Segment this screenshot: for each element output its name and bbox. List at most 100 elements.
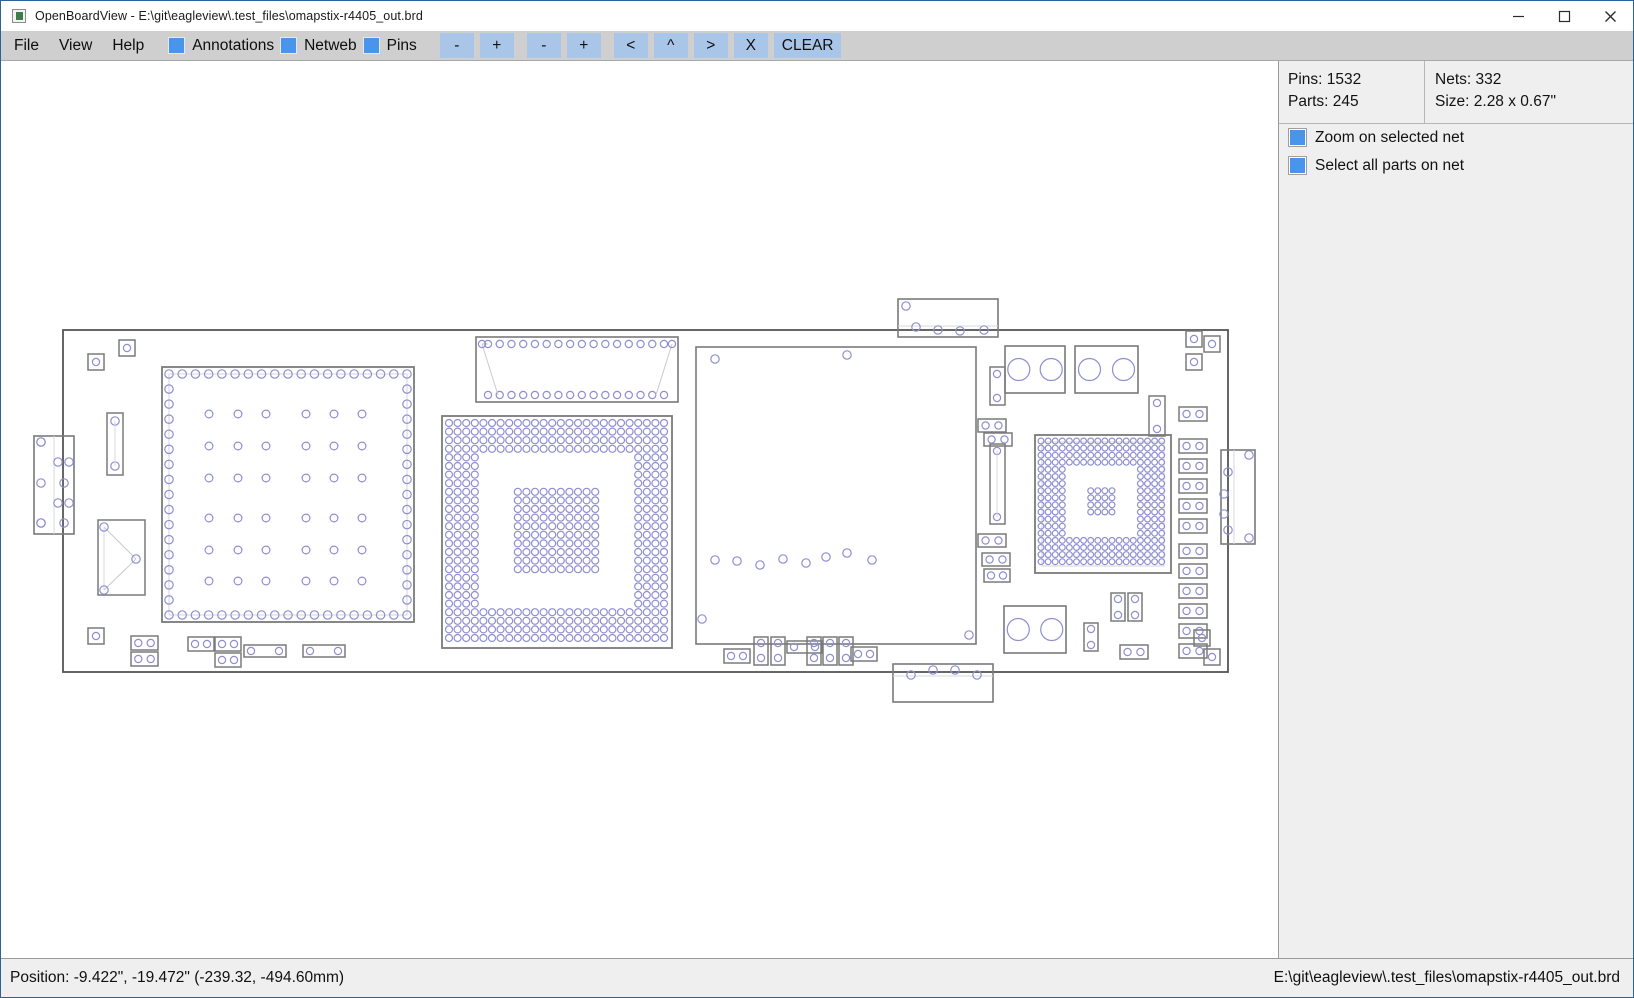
pin: [1244, 533, 1254, 543]
pin: [204, 545, 214, 555]
pin: [530, 504, 540, 514]
pin: [1037, 558, 1045, 566]
pin: [1101, 444, 1109, 452]
part-outline: [1185, 353, 1203, 371]
pin: [134, 638, 143, 648]
pin: [453, 530, 462, 539]
pin: [556, 418, 565, 428]
zoom-on-selected-net-row[interactable]: Zoom on selected net: [1279, 124, 1633, 152]
close-button[interactable]: [1587, 1, 1633, 31]
pin: [599, 625, 608, 634]
pin: [955, 326, 965, 336]
menu-file[interactable]: File: [1, 31, 49, 60]
pin: [36, 478, 46, 488]
pin: [305, 646, 315, 656]
up-button[interactable]: ^: [653, 33, 688, 58]
minimize-button[interactable]: [1495, 1, 1541, 31]
pin: [1136, 508, 1144, 516]
pin: [233, 409, 243, 419]
pin: [1136, 647, 1145, 657]
pin: [1151, 444, 1159, 452]
pin: [1151, 451, 1159, 459]
annotations-checkbox[interactable]: [168, 37, 186, 54]
pin: [1051, 501, 1059, 509]
file-path: E:\git\eagleview\.test_files\omapstix-r4…: [1273, 969, 1620, 986]
pin: [1051, 551, 1059, 559]
pin: [1130, 610, 1140, 620]
pin: [1058, 551, 1066, 559]
pin: [1151, 544, 1159, 552]
net-line: [481, 343, 499, 396]
pin: [634, 590, 643, 600]
pin: [539, 427, 548, 436]
pin: [642, 633, 651, 643]
pin: [659, 444, 669, 453]
pin: [642, 573, 651, 582]
netweb-checkbox[interactable]: [280, 37, 298, 54]
pin: [842, 548, 852, 558]
zoom-out-button[interactable]: -: [439, 33, 474, 58]
pin: [1101, 508, 1109, 516]
pin: [842, 350, 852, 360]
pin: [470, 504, 479, 514]
pin: [642, 530, 651, 539]
pin: [1058, 458, 1066, 466]
pin: [565, 616, 574, 625]
pin: [582, 625, 591, 634]
pin: [582, 547, 591, 557]
pin: [651, 539, 660, 548]
select-all-parts-on-net-checkbox[interactable]: [1288, 156, 1307, 176]
pin: [453, 513, 462, 522]
pin: [462, 427, 471, 436]
pin: [548, 539, 557, 548]
prev-button[interactable]: <: [613, 33, 648, 58]
pin: [522, 504, 531, 514]
menu-view[interactable]: View: [49, 31, 102, 60]
pin: [1080, 458, 1088, 466]
pin: [1094, 437, 1102, 445]
pin: [616, 418, 626, 428]
pin: [624, 390, 634, 400]
annotations-label[interactable]: Annotations: [185, 31, 280, 60]
pin: [444, 625, 454, 634]
pin: [453, 608, 462, 617]
pins-label[interactable]: Pins: [380, 31, 423, 60]
pin: [1115, 458, 1123, 466]
zoom-on-selected-net-checkbox[interactable]: [1288, 128, 1307, 148]
next-button[interactable]: >: [693, 33, 728, 58]
pin: [659, 390, 669, 400]
pin: [1143, 480, 1151, 488]
pin: [1151, 558, 1159, 566]
pin: [1151, 494, 1159, 502]
pin: [1080, 536, 1088, 544]
pin: [357, 409, 367, 419]
menu-help[interactable]: Help: [102, 31, 154, 60]
clear-button[interactable]: CLEAR: [773, 33, 842, 58]
select-all-parts-on-net-row[interactable]: Select all parts on net: [1279, 152, 1633, 180]
pin: [1037, 536, 1045, 544]
pin: [470, 565, 479, 574]
pin: [1151, 458, 1159, 466]
pin: [1065, 451, 1073, 459]
pin: [444, 487, 454, 496]
pin: [444, 547, 454, 557]
pin: [1143, 544, 1151, 552]
pin: [1122, 536, 1130, 544]
board-canvas[interactable]: [1, 61, 1279, 958]
increase-button[interactable]: +: [566, 33, 601, 58]
pcb-drawing[interactable]: [1, 61, 1279, 958]
pin: [582, 427, 591, 436]
pin: [301, 409, 311, 419]
pins-checkbox[interactable]: [362, 37, 380, 54]
pin: [522, 565, 531, 574]
netweb-label[interactable]: Netweb: [297, 31, 363, 60]
pin: [738, 651, 748, 661]
pin: [556, 565, 565, 574]
maximize-button[interactable]: [1541, 1, 1587, 31]
zoom-in-button[interactable]: +: [479, 33, 514, 58]
pin: [659, 599, 669, 608]
close-search-button[interactable]: X: [733, 33, 768, 58]
decrease-button[interactable]: -: [526, 33, 561, 58]
pin: [634, 539, 643, 548]
